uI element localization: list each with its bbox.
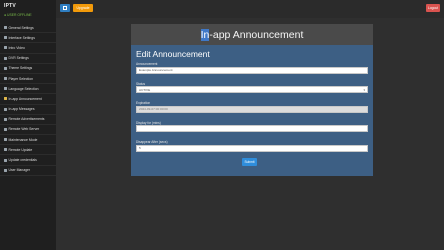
- sidebar-item-remote-web-server[interactable]: Remote Web Server: [0, 125, 56, 136]
- monitor-icon: [4, 36, 7, 40]
- server-icon: [4, 127, 7, 131]
- sidebar-menu: General Settings Interface Settings Intr…: [0, 23, 56, 176]
- disappear-after-input[interactable]: 5: [136, 144, 368, 152]
- status-select[interactable]: ACTIVE ▾: [136, 86, 368, 94]
- home-button[interactable]: [60, 4, 70, 12]
- panel-header: In-app Announcement: [131, 24, 373, 45]
- logout-button[interactable]: Logout: [426, 4, 440, 12]
- connection-status: ● USER OFFLINE: [4, 13, 32, 17]
- sidebar-item-in-app-messages[interactable]: In-app Messages: [0, 105, 56, 115]
- form-heading: Edit Announcement: [136, 49, 210, 59]
- sidebar-item-intro-video[interactable]: Intro Video: [0, 43, 56, 54]
- sidebar-item-theme-settings[interactable]: Theme Settings: [0, 64, 56, 74]
- expiration-field-group: Expiration 2024-09-07 00:00:00: [136, 101, 368, 113]
- update-icon: [4, 148, 7, 152]
- play-icon: [4, 77, 7, 81]
- top-bar: Upgrade Logout: [56, 0, 444, 18]
- edit-announcement-form: Edit Announcement Announcement Example A…: [136, 47, 368, 152]
- video-icon: [4, 46, 7, 50]
- sidebar-item-maintenance-mode[interactable]: Maintenance Mode: [0, 135, 56, 146]
- expiration-input[interactable]: 2024-09-07 00:00:00: [136, 105, 368, 113]
- sidebar: IPTV ● USER OFFLINE General Settings Int…: [0, 0, 56, 250]
- submit-button[interactable]: Submit: [242, 158, 257, 166]
- sidebar-item-update-credentials[interactable]: Update credentials: [0, 155, 56, 166]
- disappear-after-field-group: Disappear After (secs) 5: [136, 140, 368, 152]
- record-icon: [4, 56, 7, 60]
- sidebar-item-remote-advertisements[interactable]: Remote Advertisements: [0, 115, 56, 125]
- home-icon: [63, 6, 67, 10]
- display-for-field-group: Display for (mins): [136, 121, 368, 133]
- page-title-rest: -app Announcement: [209, 28, 304, 41]
- gear-icon: [4, 26, 7, 30]
- sidebar-item-language-selection[interactable]: Language Selection: [0, 84, 56, 95]
- app-brand: IPTV: [4, 3, 16, 9]
- ads-icon: [4, 117, 7, 121]
- announcement-field-group: Announcement Example Announcement: [136, 62, 368, 74]
- sidebar-item-remote-update[interactable]: Remote Update: [0, 145, 56, 156]
- announcement-panel: In-app Announcement Edit Announcement An…: [131, 24, 373, 176]
- sidebar-item-interface-settings[interactable]: Interface Settings: [0, 33, 56, 44]
- announcement-input[interactable]: Example Announcement: [136, 66, 368, 74]
- status-field-group: Status ACTIVE ▾: [136, 82, 368, 94]
- sidebar-item-in-app-announcement[interactable]: In-app Announcement: [0, 94, 56, 105]
- message-icon: [4, 107, 7, 111]
- display-for-input[interactable]: [136, 125, 368, 133]
- globe-icon: [4, 87, 7, 91]
- chevron-down-icon: ▾: [363, 87, 365, 92]
- sidebar-item-general-settings[interactable]: General Settings: [0, 23, 56, 34]
- status-value: ACTIVE: [139, 87, 151, 92]
- sidebar-item-player-selection[interactable]: Player Selection: [0, 74, 56, 85]
- upgrade-button[interactable]: Upgrade: [73, 4, 93, 12]
- palette-icon: [4, 66, 7, 70]
- bullhorn-icon: [4, 97, 7, 101]
- sidebar-item-user-manager[interactable]: User Manager: [0, 166, 56, 176]
- key-icon: [4, 158, 7, 162]
- sidebar-item-dvr-settings[interactable]: DVR Settings: [0, 54, 56, 64]
- wrench-icon: [4, 138, 7, 142]
- page-title: In-app Announcement: [200, 28, 304, 41]
- users-icon: [4, 168, 7, 172]
